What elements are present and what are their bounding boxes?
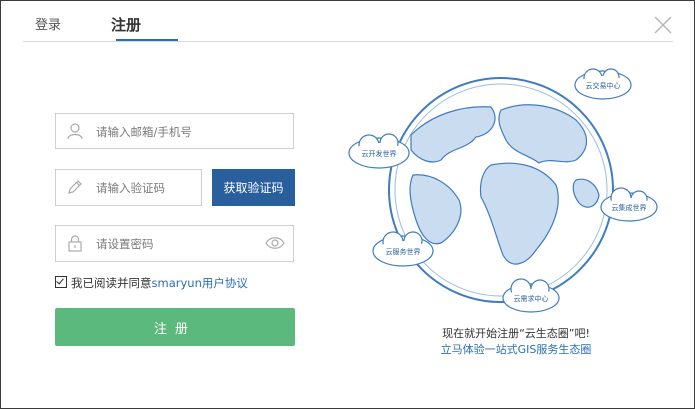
agree-checkbox[interactable]	[55, 276, 67, 288]
pencil-icon	[68, 180, 82, 194]
get-code-button[interactable]: 获取验证码	[212, 169, 295, 206]
cloud-label-0: 云交易中心	[586, 81, 621, 90]
code-placeholder: 请输入验证码	[96, 181, 165, 195]
close-icon[interactable]	[652, 14, 674, 36]
cloud-label-1: 云开发世界	[362, 149, 397, 158]
account-placeholder: 请输入邮箱/手机号	[96, 125, 192, 139]
promo-headline: 现在就开始注册“云生态圈”吧!	[442, 327, 590, 340]
agree-text: 我已阅读并同意	[71, 276, 152, 290]
promo-subline[interactable]: 立马体验一站式GIS服务生态圈	[401, 341, 631, 357]
lock-icon	[68, 235, 82, 252]
password-placeholder: 请设置密码	[96, 237, 154, 251]
cloud-trade-center: 云交易中心	[574, 68, 632, 100]
verification-code-input[interactable]: 请输入验证码	[55, 169, 202, 206]
user-agreement-link[interactable]: smaryun用户协议	[152, 276, 248, 290]
cloud-label-4: 云需求中心	[514, 294, 549, 303]
register-button[interactable]: 注册	[55, 308, 295, 346]
tabs-divider	[23, 41, 673, 42]
cloud-label-2: 云集成世界	[612, 203, 647, 212]
tab-login[interactable]: 登录	[35, 14, 61, 33]
register-dialog: 登录 注册 请输入邮箱/手机号 请输入验证码 获取验证码 请设置密码 我已阅读并…	[0, 0, 695, 409]
eye-icon[interactable]	[265, 236, 285, 250]
globe-illustration: 云交易中心 云开发世界 云集成世界 云服务世界 云需求中心	[348, 68, 658, 313]
tab-register[interactable]: 注册	[111, 14, 141, 35]
cloud-label-3: 云服务世界	[386, 247, 421, 256]
password-input[interactable]: 请设置密码	[55, 225, 294, 262]
user-icon	[67, 123, 83, 140]
account-input[interactable]: 请输入邮箱/手机号	[55, 113, 294, 149]
agreement-row: 我已阅读并同意smaryun用户协议	[55, 275, 248, 291]
cloud-dev-world: 云开发世界	[348, 133, 410, 169]
